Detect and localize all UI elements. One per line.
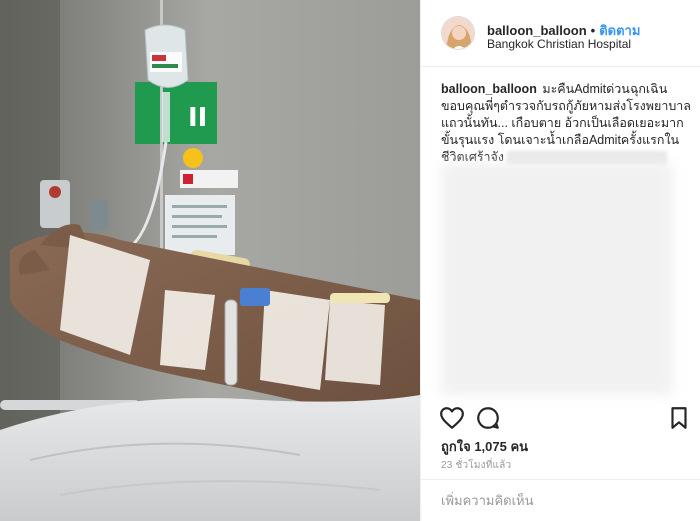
divider <box>421 479 700 480</box>
bookmark-icon[interactable] <box>666 405 692 431</box>
post-sidebar: balloon_balloon • ติดตาม Bangkok Christian… <box>420 0 700 521</box>
separator-dot: • <box>590 23 596 38</box>
post-caption: balloon_balloon มะคืนAdmitด่วนฉุกเฉิน ขอ… <box>441 81 691 166</box>
post-timestamp: 23 ชั่วโมงที่แล้ว <box>441 460 512 471</box>
location-link[interactable]: Bangkok Christian Hospital <box>487 37 631 51</box>
comment-input[interactable] <box>441 490 681 510</box>
action-bar <box>421 405 700 435</box>
blurred-comments <box>441 163 673 395</box>
hospital-iv-photo: II <box>0 0 420 521</box>
post-header: balloon_balloon • ติดตาม Bangkok Christian… <box>421 0 700 67</box>
username-link[interactable]: balloon_balloon <box>487 23 587 38</box>
likes-count[interactable]: ถูกใจ 1,075 คน <box>441 436 528 457</box>
speech-bubble-icon[interactable] <box>475 405 501 431</box>
heart-outline-icon[interactable] <box>439 405 465 431</box>
caption-username[interactable]: balloon_balloon <box>441 82 537 96</box>
post-photo[interactable]: II <box>0 0 420 521</box>
avatar-image <box>442 17 474 49</box>
instagram-post: II balloon_balloon • ติดตาม Bangkok Chri… <box>0 0 700 521</box>
sign-text: II <box>188 103 207 133</box>
follow-button[interactable]: ติดตาม <box>599 23 640 38</box>
avatar[interactable] <box>441 16 475 50</box>
